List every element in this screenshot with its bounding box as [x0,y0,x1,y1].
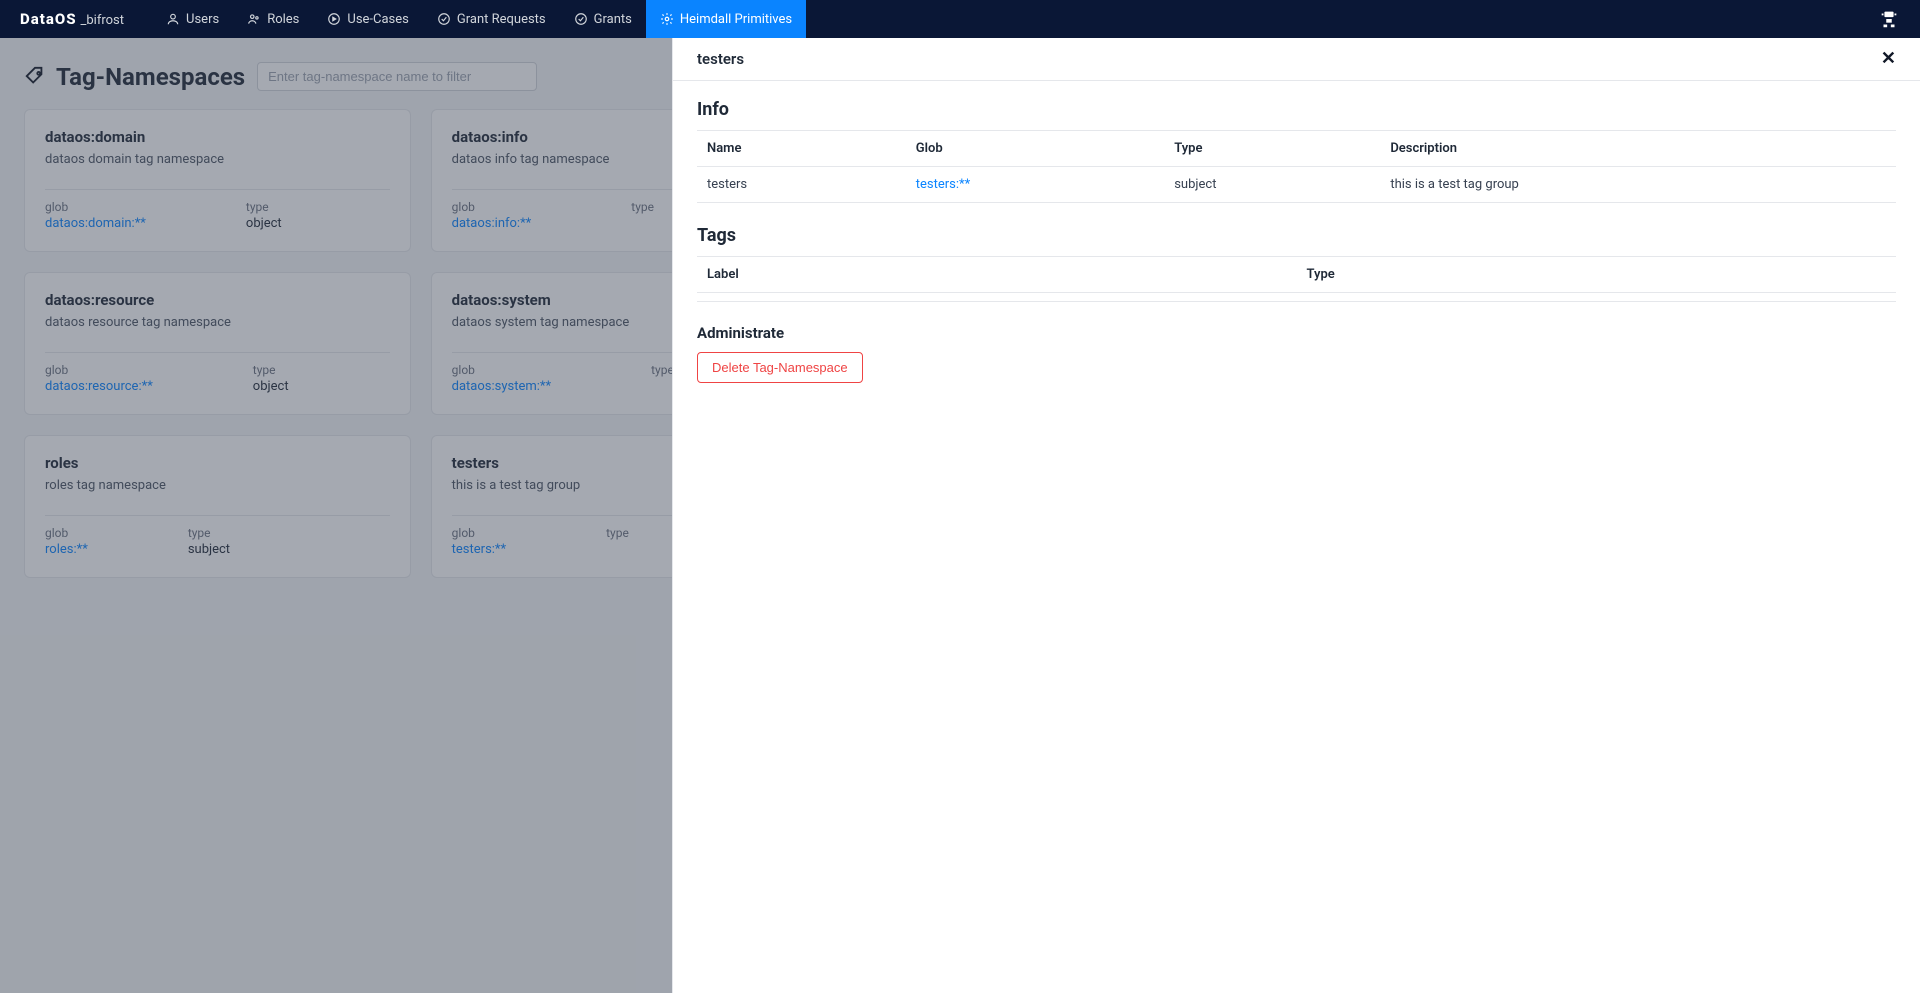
tags-table: Label Type [697,256,1896,302]
nav-items: Users Roles Use-Cases Grant Requests Gra… [152,0,806,38]
gear-icon [660,12,674,26]
panel-body: Info Name Glob Type Description testers … [673,81,1920,401]
admin-heading: Administrate [697,324,1896,342]
th-desc: Description [1380,131,1896,167]
nav-label: Users [186,12,219,27]
nav-roles[interactable]: Roles [233,0,313,38]
brand-logo: DataOS [20,10,77,28]
nav-users[interactable]: Users [152,0,233,38]
detail-panel: testers ✕ Info Name Glob Type Descriptio… [672,38,1920,993]
th-label: Label [697,257,1297,293]
panel-title: testers [697,50,744,68]
info-heading: Info [697,99,1896,120]
th-glob: Glob [906,131,1165,167]
table-row-empty [697,293,1896,302]
cell-type: subject [1164,167,1380,203]
info-table: Name Glob Type Description testers teste… [697,130,1896,203]
cell-desc: this is a test tag group [1380,167,1896,203]
nav-label: Heimdall Primitives [680,12,792,27]
th-type: Type [1164,131,1380,167]
nav-grant-requests[interactable]: Grant Requests [423,0,560,38]
check-circle-icon [574,12,588,26]
roles-icon [247,12,261,26]
nav-label: Use-Cases [347,12,408,27]
brand: DataOS _bifrost [20,10,124,28]
nav-use-cases[interactable]: Use-Cases [313,0,422,38]
th-type: Type [1297,257,1897,293]
robot-icon[interactable] [1878,8,1900,30]
check-circle-icon [437,12,451,26]
tags-heading: Tags [697,225,1896,246]
top-nav: DataOS _bifrost Users Roles Use-Cases G [0,0,1920,38]
brand-sub: _bifrost [81,13,125,28]
th-name: Name [697,131,906,167]
nav-heimdall-primitives[interactable]: Heimdall Primitives [646,0,806,38]
cell-name: testers [697,167,906,203]
nav-label: Grant Requests [457,12,546,27]
nav-label: Roles [267,12,299,27]
nav-grants[interactable]: Grants [560,0,646,38]
table-row: testers testers:** subject this is a tes… [697,167,1896,203]
nav-label: Grants [594,12,632,27]
nav-right [1878,8,1900,30]
user-icon [166,12,180,26]
delete-tag-namespace-button[interactable]: Delete Tag-Namespace [697,352,863,383]
cell-glob-link[interactable]: testers:** [916,177,970,192]
close-icon[interactable]: ✕ [1881,50,1896,68]
play-circle-icon [327,12,341,26]
panel-header: testers ✕ [673,38,1920,81]
